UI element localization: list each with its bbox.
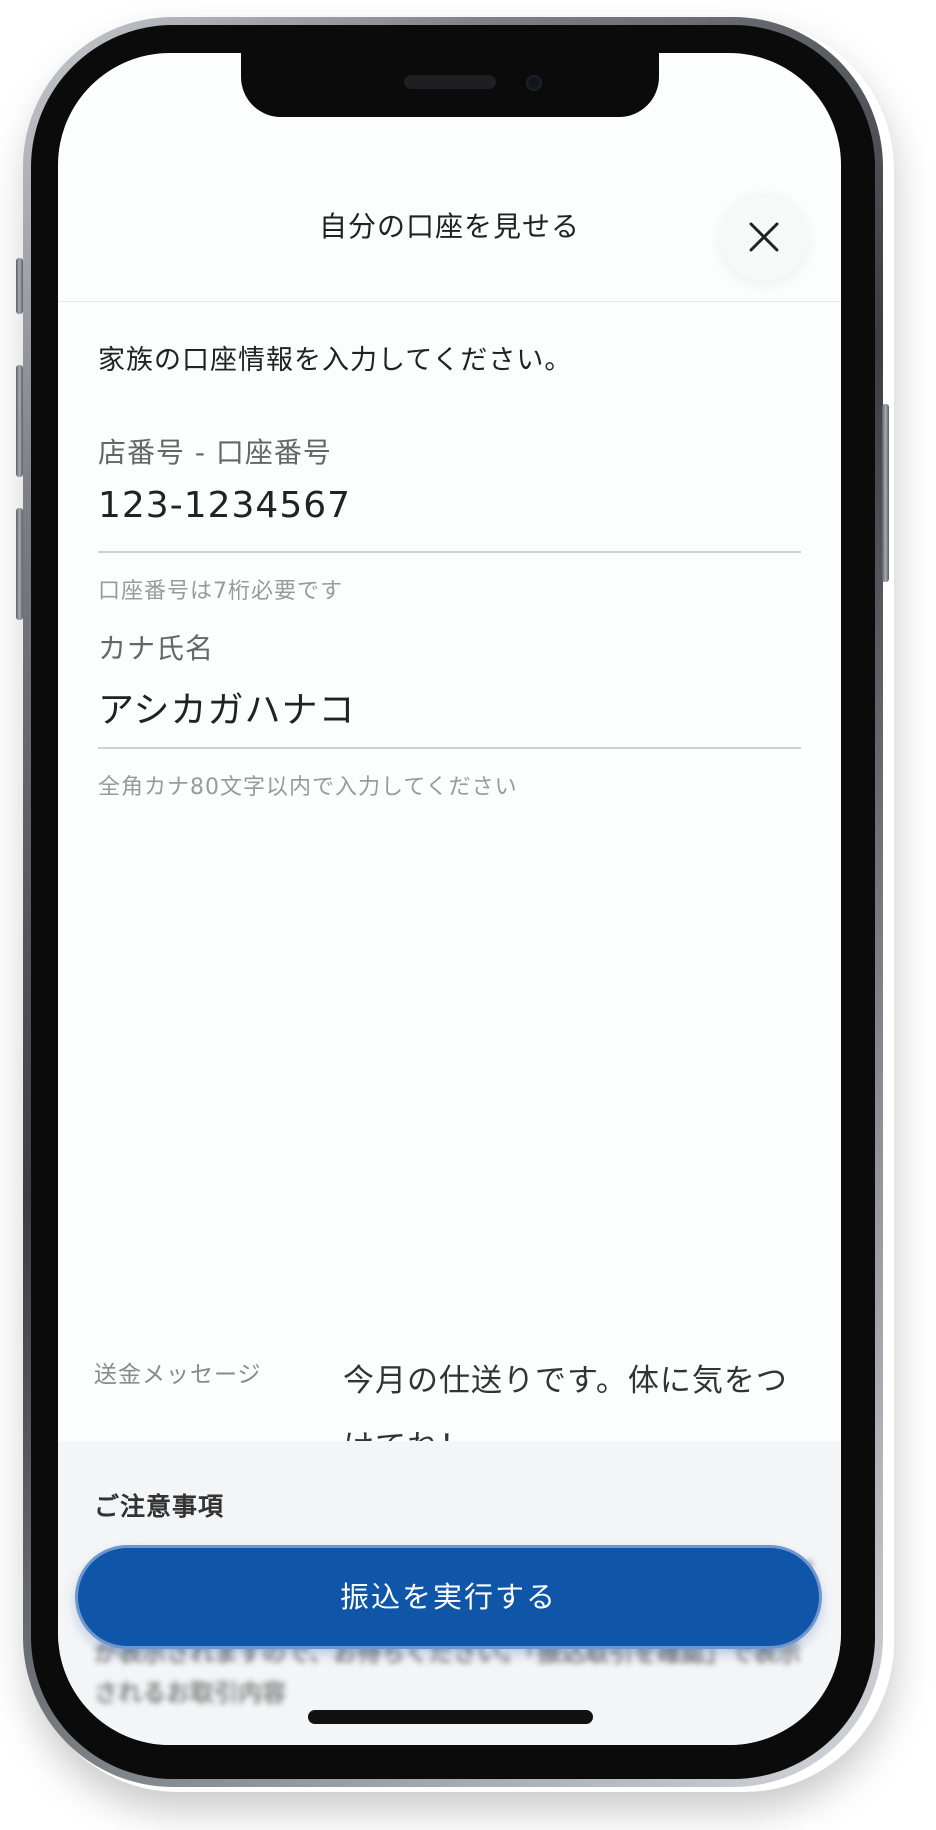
side-button-volume-down [16, 508, 23, 620]
close-icon [749, 222, 779, 252]
close-button[interactable] [720, 193, 808, 281]
account-number-hint: 口座番号は7桁必要です [98, 579, 343, 604]
modal-header: 自分の口座を見せる [58, 153, 841, 302]
account-number-underline [98, 551, 801, 553]
account-number-input[interactable]: 123-1234567 [98, 485, 351, 526]
execute-transfer-button[interactable]: 振込を実行する [78, 1548, 819, 1646]
speaker-grille [404, 75, 496, 89]
app-screen: 自分の口座を見せる 家族の口座情報を入力してください。 店番号 - 口座番号 1… [58, 53, 841, 1745]
kana-name-hint: 全角カナ80文字以内で入力してください [98, 775, 518, 800]
front-camera [526, 75, 542, 91]
kana-name-label: カナ氏名 [98, 632, 215, 665]
transfer-message-label: 送金メッセージ [94, 1362, 262, 1388]
notch [241, 53, 659, 117]
home-indicator[interactable] [308, 1710, 593, 1724]
notice-title: ご注意事項 [94, 1492, 225, 1521]
account-number-label: 店番号 - 口座番号 [98, 436, 332, 469]
device-mockup: 自分の口座を見せる 家族の口座情報を入力してください。 店番号 - 口座番号 1… [0, 0, 936, 1830]
kana-name-input[interactable]: アシカガハナコ [98, 681, 356, 733]
side-button-silent [16, 258, 23, 314]
kana-name-underline [98, 747, 801, 749]
intro-text: 家族の口座情報を入力してください。 [98, 345, 573, 376]
side-button-volume-up [16, 365, 23, 477]
side-button-power [882, 404, 889, 582]
